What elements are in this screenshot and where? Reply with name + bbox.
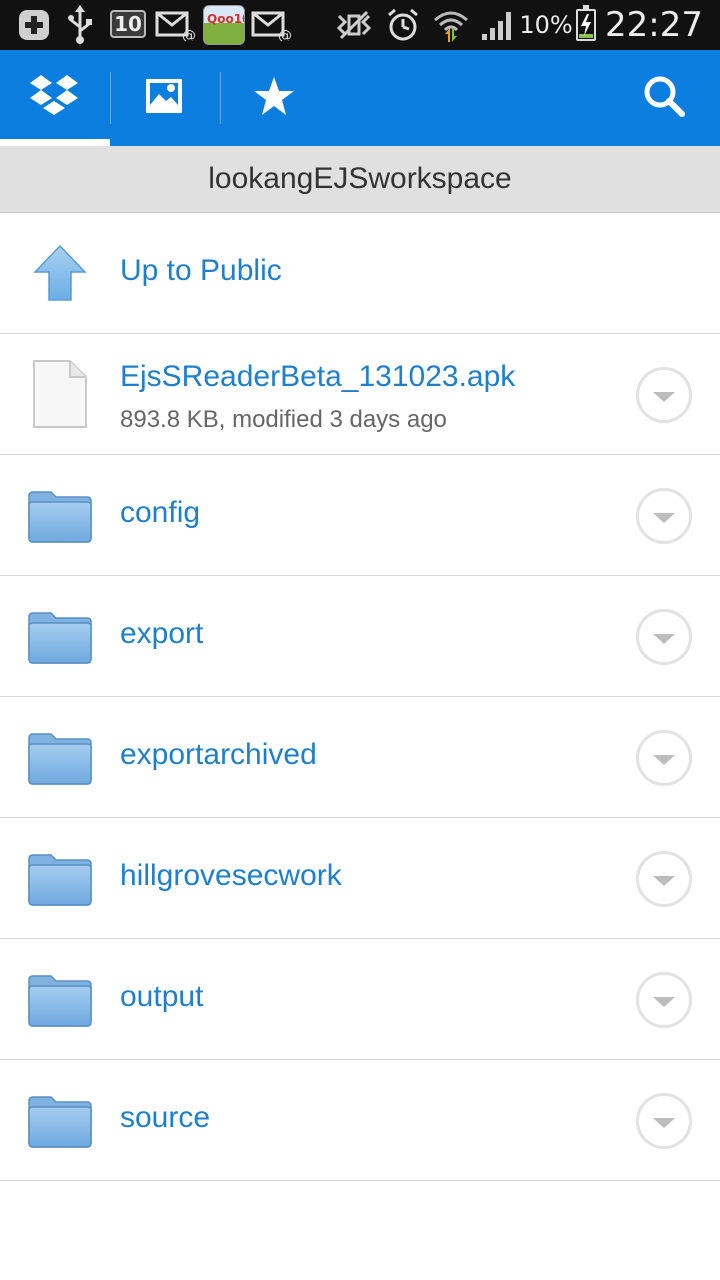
file-row[interactable]: EjsSReaderBeta_131023.apk 893.8 KB, modi… bbox=[0, 334, 720, 455]
tab-photos[interactable] bbox=[110, 50, 218, 146]
clock: 22:27 bbox=[605, 5, 703, 45]
search-button[interactable] bbox=[610, 50, 718, 146]
dropbox-icon bbox=[28, 73, 80, 123]
item-name: hillgrovesecwork bbox=[120, 859, 342, 892]
svg-text:@: @ bbox=[182, 28, 196, 41]
item-name: exportarchived bbox=[120, 738, 317, 771]
add-notification-icon bbox=[14, 0, 54, 50]
search-icon bbox=[642, 74, 686, 122]
file-list: Up to Public EjsSReaderBeta_131023.apk 8… bbox=[0, 213, 720, 1181]
battery-icon bbox=[576, 5, 596, 41]
chevron-down-icon bbox=[653, 1118, 675, 1128]
folder-row[interactable]: config bbox=[0, 455, 720, 576]
chevron-down-icon bbox=[653, 634, 675, 644]
item-name: EjsSReaderBeta_131023.apk bbox=[120, 360, 516, 393]
photos-icon bbox=[144, 77, 184, 119]
item-options-button[interactable] bbox=[636, 730, 692, 786]
tab-favorites[interactable] bbox=[220, 50, 328, 146]
chevron-down-icon bbox=[653, 392, 675, 402]
item-name: source bbox=[120, 1101, 211, 1134]
selected-tab-indicator bbox=[0, 139, 110, 146]
folder-icon bbox=[26, 576, 94, 696]
folder-icon bbox=[26, 455, 94, 575]
item-options-button[interactable] bbox=[636, 851, 692, 907]
folder-icon bbox=[26, 939, 94, 1059]
star-icon bbox=[252, 75, 296, 121]
item-options-button[interactable] bbox=[636, 367, 692, 423]
wifi-icon bbox=[430, 0, 472, 50]
battery-percent: 10% bbox=[519, 11, 573, 39]
alarm-icon bbox=[383, 0, 423, 50]
item-options-button[interactable] bbox=[636, 609, 692, 665]
item-name: config bbox=[120, 496, 201, 529]
folder-row[interactable]: output bbox=[0, 939, 720, 1060]
folder-row[interactable]: exportarchived bbox=[0, 697, 720, 818]
svg-text:@: @ bbox=[278, 28, 292, 41]
mute-icon bbox=[334, 0, 374, 50]
file-icon bbox=[26, 334, 94, 454]
folder-row[interactable]: hillgrovesecwork bbox=[0, 818, 720, 939]
item-options-button[interactable] bbox=[636, 972, 692, 1028]
status-bar: 10 @ Qoo10 @ 10% 22:27 bbox=[0, 0, 720, 50]
email-icon: @ bbox=[154, 0, 198, 50]
folder-icon bbox=[26, 818, 94, 938]
chevron-down-icon bbox=[653, 997, 675, 1007]
item-options-button[interactable] bbox=[636, 488, 692, 544]
item-name: output bbox=[120, 980, 204, 1013]
notification-count-badge: 10 bbox=[110, 10, 146, 38]
up-to-parent-label: Up to Public bbox=[120, 254, 282, 287]
item-name: export bbox=[120, 617, 204, 650]
chevron-down-icon bbox=[653, 755, 675, 765]
signal-icon bbox=[478, 0, 518, 50]
up-to-parent-row[interactable]: Up to Public bbox=[0, 213, 720, 334]
item-meta: 893.8 KB, modified 3 days ago bbox=[120, 406, 447, 433]
chevron-down-icon bbox=[653, 513, 675, 523]
chevron-down-icon bbox=[653, 876, 675, 886]
current-folder-title: lookangEJSworkspace bbox=[208, 162, 512, 195]
app-toolbar bbox=[0, 50, 720, 146]
email-icon-2: @ bbox=[250, 0, 294, 50]
folder-row[interactable]: export bbox=[0, 576, 720, 697]
folder-row[interactable]: source bbox=[0, 1060, 720, 1181]
folder-path-header: lookangEJSworkspace bbox=[0, 146, 720, 213]
folder-icon bbox=[26, 697, 94, 817]
folder-icon bbox=[26, 1060, 94, 1180]
qoo10-app-icon: Qoo10 bbox=[203, 5, 245, 45]
item-options-button[interactable] bbox=[636, 1093, 692, 1149]
usb-icon bbox=[62, 0, 98, 50]
up-arrow-icon bbox=[26, 213, 94, 333]
tab-dropbox[interactable] bbox=[0, 50, 110, 146]
